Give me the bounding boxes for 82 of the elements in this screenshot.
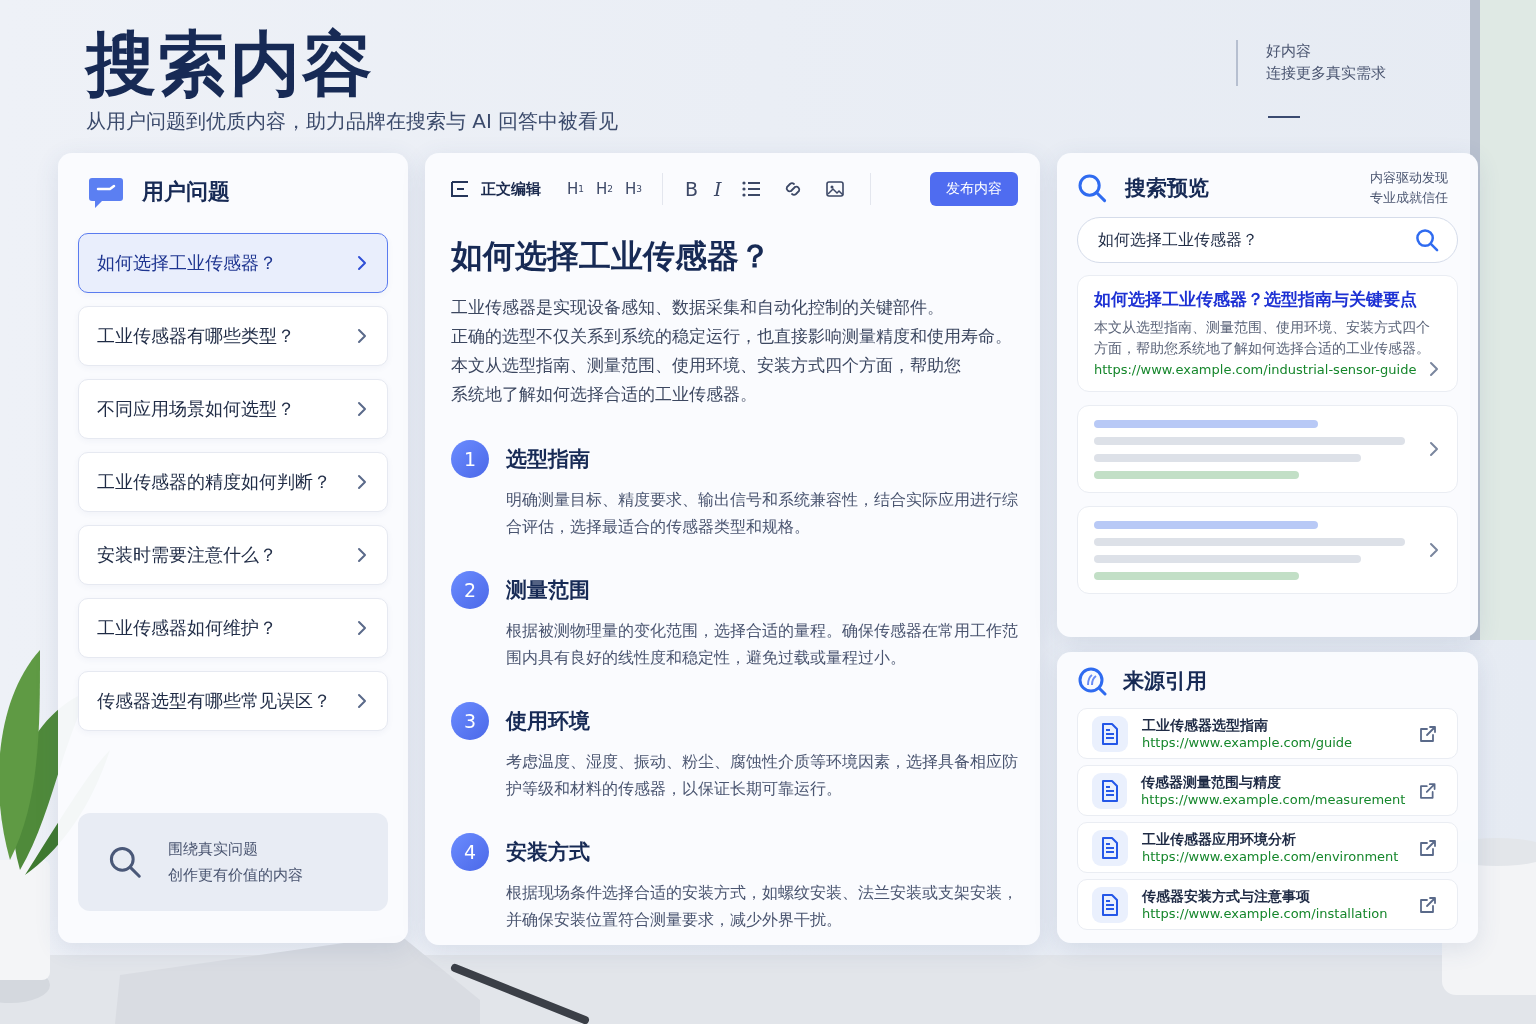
chat-bubble-icon: [88, 175, 124, 209]
panel-title: 用户问题: [142, 178, 230, 206]
panel-title: 搜索预览: [1125, 175, 1209, 202]
question-item[interactable]: 安装时需要注意什么？: [78, 525, 388, 585]
step-number-badge: 1: [451, 440, 489, 478]
section-heading: 选型指南: [506, 446, 591, 473]
editor-mode-label: 正文编辑: [481, 179, 541, 199]
external-link-icon: [1419, 781, 1437, 800]
chevron-right-icon: [357, 547, 367, 563]
source-url: https://www.example.com/environment: [1142, 849, 1400, 864]
question-item[interactable]: 不同应用场景如何选型？: [78, 379, 388, 439]
tip-text: 创作更有价值的内容: [168, 865, 303, 886]
source-url: https://www.example.com/guide: [1142, 735, 1354, 750]
editor-icon: [451, 181, 469, 197]
chevron-right-icon: [1429, 361, 1439, 377]
source-title: 传感器测量范围与精度: [1141, 774, 1283, 792]
source-item[interactable]: 传感器安装方式与注意事项 https://www.example.com/installation: [1077, 879, 1458, 930]
document-icon: [1100, 779, 1119, 802]
chevron-right-icon: [357, 620, 367, 636]
question-item[interactable]: 如何选择工业传感器？: [78, 233, 388, 293]
source-title: 传感器安装方式与注意事项: [1142, 888, 1311, 906]
result-title[interactable]: 如何选择工业传感器？选型指南与关键要点: [1094, 288, 1443, 311]
tagline-text: 连接更多真实需求: [1266, 63, 1386, 84]
source-url: https://www.example.com/measurement: [1141, 792, 1406, 807]
external-link-icon: [1419, 724, 1437, 743]
search-icon: [1415, 228, 1439, 252]
link-icon[interactable]: [783, 180, 802, 198]
section-text: 根据被测物理量的变化范围，选择合适的量程。确保传感器在常用工作范围内具有良好的线性度和稳定性，避免过载或量程过小。: [506, 620, 1019, 669]
article-paragraph: 本文从选型指南、测量范围、使用环境、安装方式四个方面，帮助您: [451, 355, 962, 377]
question-item[interactable]: 工业传感器的精度如何判断？: [78, 452, 388, 512]
chevron-right-icon: [1429, 542, 1439, 558]
section-text: 根据现场条件选择合适的安装方式，如螺纹安装、法兰安装或支架安装，并确保安装位置符合测量要求，减少外界干扰。: [506, 882, 1019, 931]
chevron-right-icon: [357, 255, 367, 271]
document-icon: [1101, 836, 1119, 859]
question-item[interactable]: 传感器选型有哪些常见误区？: [78, 671, 388, 731]
section-heading: 使用环境: [506, 708, 591, 735]
bold-button[interactable]: B: [677, 174, 707, 204]
article-paragraph: 正确的选型不仅关系到系统的稳定运行，也直接影响测量精度和使用寿命。: [451, 326, 1013, 348]
tagline-text: 内容驱动发现: [1370, 169, 1448, 187]
page-subtitle: 从用户问题到优质内容，助力品牌在搜索与 AI 回答中被看见: [86, 108, 619, 135]
publish-button[interactable]: 发布内容: [930, 172, 1018, 206]
panel-title: 来源引用: [1123, 668, 1207, 695]
chevron-right-icon: [357, 328, 367, 344]
list-icon[interactable]: [741, 181, 760, 197]
section-heading: 安装方式: [506, 839, 591, 866]
article-paragraph: 系统地了解如何选择合适的工业传感器。: [451, 384, 758, 406]
quote-search-icon: [1077, 666, 1107, 696]
result-snippet: 本文从选型指南、测量范围、使用环境、安装方式四个方面，帮助您系统地了解如何选择合适的工业传感器。: [1094, 318, 1431, 358]
source-item[interactable]: 工业传感器选型指南 https://www.example.com/guide: [1077, 708, 1458, 759]
result-url: https://www.example.com/industrial-sensor-guide: [1094, 361, 1417, 377]
search-field[interactable]: 如何选择工业传感器？: [1077, 217, 1458, 263]
search-icon: [108, 845, 142, 879]
external-link-icon: [1419, 895, 1437, 914]
chevron-right-icon: [357, 401, 367, 417]
image-icon[interactable]: [825, 181, 844, 197]
article-title: 如何选择工业传感器？: [451, 236, 772, 277]
step-number-badge: 4: [451, 833, 489, 871]
document-icon: [1101, 893, 1119, 916]
question-item[interactable]: 工业传感器如何维护？: [78, 598, 388, 658]
question-item[interactable]: 工业传感器有哪些类型？: [78, 306, 388, 366]
section-heading: 测量范围: [506, 577, 591, 604]
source-item[interactable]: 工业传感器应用环境分析 https://www.example.com/environment: [1077, 822, 1458, 873]
source-url: https://www.example.com/installation: [1142, 906, 1389, 921]
step-number-badge: 3: [451, 702, 489, 740]
tip-text: 围绕真实问题: [168, 839, 259, 860]
article-paragraph: 工业传感器是实现设备感知、数据采集和自动化控制的关键部件。: [451, 297, 945, 319]
step-number-badge: 2: [451, 571, 489, 609]
page-title: 搜索内容: [86, 22, 375, 106]
search-icon: [1077, 173, 1107, 203]
document-icon: [1101, 722, 1119, 745]
chevron-right-icon: [1429, 441, 1439, 457]
italic-button[interactable]: I: [706, 174, 730, 204]
tagline-text: 好内容: [1266, 41, 1312, 62]
source-title: 工业传感器选型指南: [1142, 717, 1269, 735]
chevron-right-icon: [357, 693, 367, 709]
tagline-text: 专业成就信任: [1370, 189, 1448, 207]
section-text: 明确测量目标、精度要求、输出信号和系统兼容性，结合实际应用进行综合评估，选择最适合的传感器类型和规格。: [506, 489, 1019, 538]
source-item[interactable]: 传感器测量范围与精度 https://www.example.com/measurement: [1077, 765, 1458, 816]
section-text: 考虑温度、湿度、振动、粉尘、腐蚀性介质等环境因素，选择具备相应防护等级和材料的传感器，以保证长期可靠运行。: [506, 751, 1019, 800]
external-link-icon: [1419, 838, 1437, 857]
source-title: 工业传感器应用环境分析: [1142, 831, 1297, 849]
chevron-right-icon: [357, 474, 367, 490]
